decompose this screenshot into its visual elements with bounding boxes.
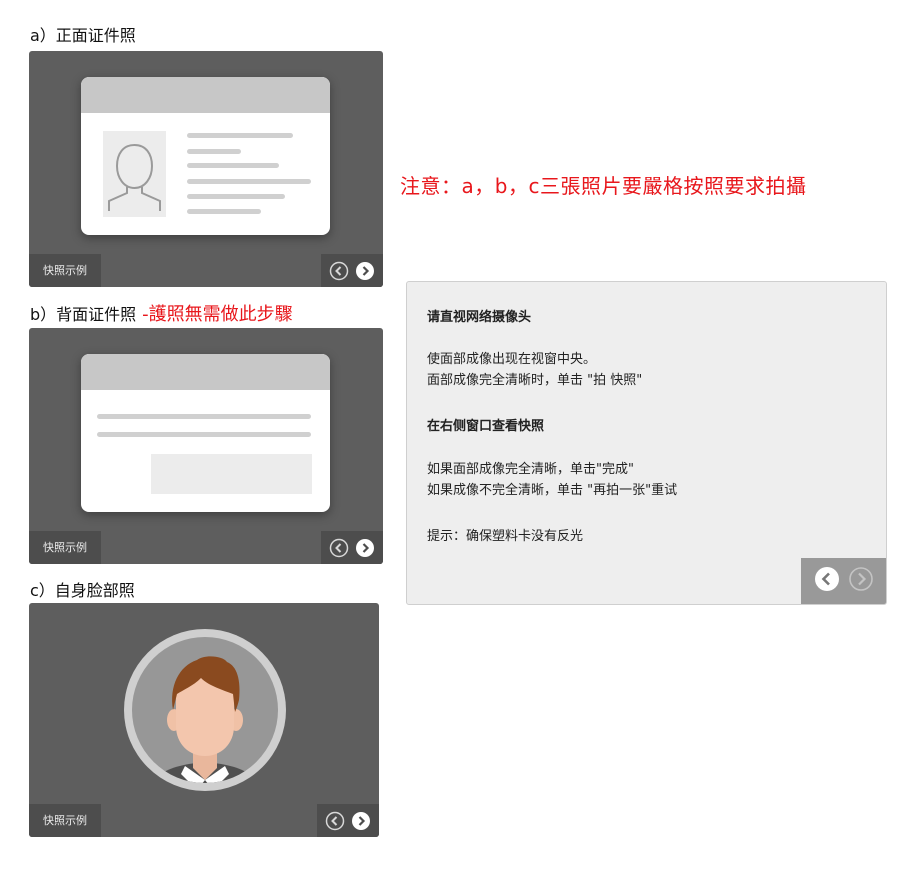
face-photo-example-panel: 快照示例 [29, 603, 379, 837]
front-id-example-panel: 快照示例 [29, 51, 383, 287]
prev-arrow-icon[interactable] [329, 538, 349, 558]
notice-text: 注意：a，b，c三張照片要嚴格按照要求拍攝 [400, 174, 807, 198]
prev-arrow-icon[interactable] [814, 566, 840, 596]
prev-arrow-icon[interactable] [325, 811, 345, 831]
id-portrait-icon [103, 131, 166, 217]
next-arrow-icon[interactable] [355, 538, 375, 558]
carousel-nav [317, 804, 379, 837]
face-avatar-icon [123, 628, 287, 792]
prev-arrow-icon[interactable] [329, 261, 349, 281]
instructions-line: 如果面部成像完全清晰，单击"完成" [427, 462, 634, 477]
next-arrow-icon[interactable] [848, 566, 874, 596]
instructions-line: 使面部成像出现在视窗中央。 [427, 352, 597, 367]
snapshot-example-button[interactable]: 快照示例 [29, 254, 101, 287]
section-b-label: b）背面证件照 -護照無需做此步驟 [30, 304, 293, 325]
instructions-line: 如果成像不完全清晰，单击 "再拍一张"重试 [427, 483, 678, 498]
carousel-nav [321, 531, 383, 564]
passport-note: -護照無需做此步驟 [142, 304, 293, 325]
instructions-tip: 提示：确保塑料卡没有反光 [427, 529, 584, 544]
snapshot-example-button[interactable]: 快照示例 [29, 804, 101, 837]
carousel-nav [321, 254, 383, 287]
section-c-label: c）自身脸部照 [30, 581, 135, 600]
front-id-card-illustration [81, 77, 330, 235]
section-a-label: a）正面证件照 [30, 26, 136, 45]
next-arrow-icon[interactable] [351, 811, 371, 831]
snapshot-example-button[interactable]: 快照示例 [29, 531, 101, 564]
instructions-panel: 请直视网络摄像头 使面部成像出现在视窗中央。 面部成像完全清晰时，单击 "拍 快… [406, 281, 887, 605]
back-id-card-illustration [81, 354, 330, 512]
next-arrow-icon[interactable] [355, 261, 375, 281]
instructions-line: 面部成像完全清晰时，单击 "拍 快照" [427, 373, 643, 388]
instructions-heading-check: 在右侧窗口查看快照 [427, 419, 545, 434]
back-id-example-panel: 快照示例 [29, 328, 383, 564]
instructions-nav [801, 558, 886, 604]
instructions-heading-webcam: 请直视网络摄像头 [427, 310, 532, 325]
